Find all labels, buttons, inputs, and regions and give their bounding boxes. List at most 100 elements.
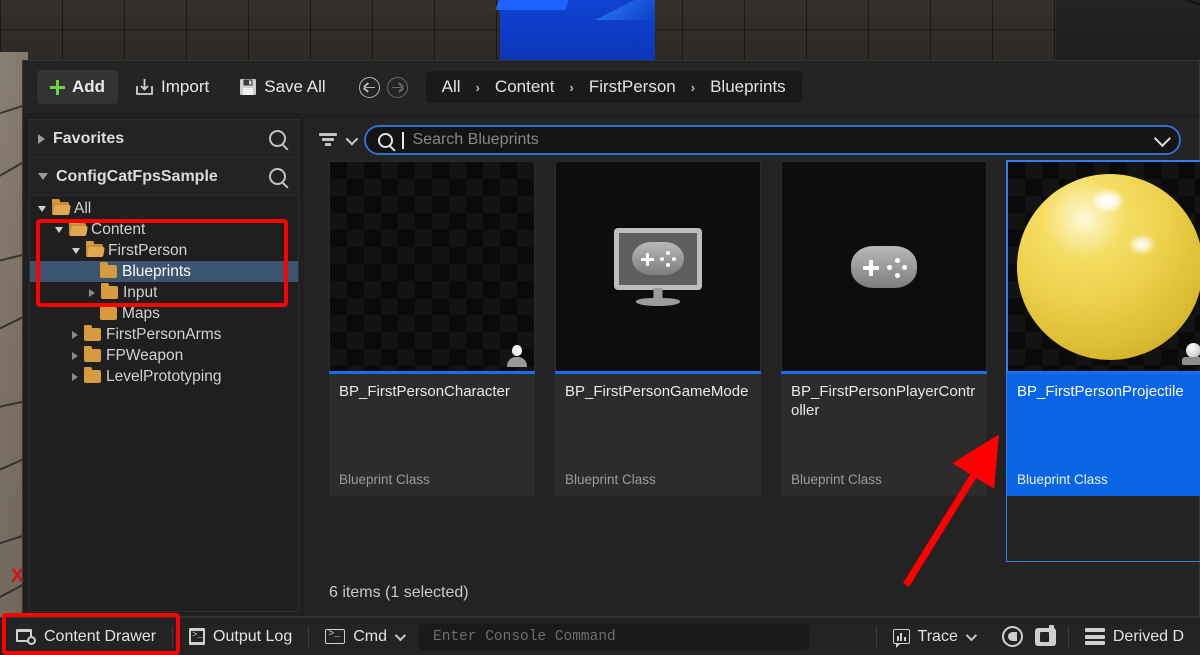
breadcrumb-separator: › <box>678 80 708 95</box>
history-navigation <box>359 77 408 98</box>
plus-icon <box>50 80 65 95</box>
tree-item-fpweapon[interactable]: FPWeapon <box>30 345 298 366</box>
tree-item-label: LevelPrototyping <box>106 368 221 386</box>
breadcrumb-item-content[interactable]: Content <box>493 77 557 97</box>
save-icon <box>239 78 257 96</box>
asset-tile[interactable]: BP_FirstPersonCharacterBlueprint Class <box>329 161 535 561</box>
sources-panel: Favorites ConfigCatFpsSample AllContentF… <box>29 119 299 612</box>
tree-spacer <box>89 309 95 318</box>
forward-button[interactable] <box>387 77 408 98</box>
tree-item-input[interactable]: Input <box>30 282 298 303</box>
asset-tile-grid: BP_FirstPersonCharacterBlueprint ClassBP… <box>305 161 1199 561</box>
asset-name: BP_FirstPersonGameMode <box>565 382 751 401</box>
folder-icon <box>86 244 103 257</box>
breadcrumb-item-blueprints[interactable]: Blueprints <box>708 77 788 97</box>
text-caret <box>402 132 404 149</box>
chevron-down-icon[interactable] <box>966 629 977 640</box>
import-button[interactable]: Import <box>122 70 222 104</box>
chevron-right-icon[interactable] <box>72 352 78 360</box>
chevron-down-icon[interactable] <box>38 206 46 212</box>
chevron-down-icon[interactable] <box>395 629 406 640</box>
trace-dropdown[interactable]: Trace <box>877 618 990 655</box>
project-header[interactable]: ConfigCatFpsSample <box>30 158 298 196</box>
save-all-button[interactable]: Save All <box>226 70 338 104</box>
filter-bar: Search Blueprints <box>305 119 1199 161</box>
content-browser-panel: Add Import Save All <box>22 60 1200 617</box>
chevron-right-icon[interactable] <box>89 289 95 297</box>
asset-type: Blueprint Class <box>1017 472 1108 487</box>
trace-snapshot-icon[interactable] <box>1035 628 1056 646</box>
tree-item-firstperson[interactable]: FirstPerson <box>30 240 298 261</box>
folder-icon <box>52 202 69 215</box>
asset-thumbnail <box>1007 161 1200 371</box>
asset-view: Search Blueprints BP_FirstPersonCharacte… <box>305 119 1199 616</box>
asset-meta: BP_FirstPersonPlayerControllerBlueprint … <box>781 374 987 496</box>
tree-item-all[interactable]: All <box>30 198 298 219</box>
folder-icon <box>84 370 101 383</box>
search-icon <box>378 133 393 148</box>
search-icon[interactable] <box>269 130 286 147</box>
search-icon[interactable] <box>269 168 286 185</box>
breadcrumb-separator: › <box>556 80 586 95</box>
derived-data-label: Derived D <box>1113 628 1184 646</box>
viewport-blue-block <box>500 0 655 68</box>
folder-tree: AllContentFirstPerson BlueprintsInputMaps… <box>30 196 298 387</box>
folder-icon <box>69 223 86 236</box>
asset-meta: BP_FirstPersonGameMode Blueprint Class <box>555 374 761 496</box>
breadcrumb-item-firstperson[interactable]: FirstPerson <box>587 77 678 97</box>
derived-data-button[interactable]: Derived D <box>1069 618 1200 655</box>
status-bar: Content Drawer Output Log Cmd Enter Cons… <box>0 617 1200 655</box>
tree-item-blueprints[interactable]: Blueprints <box>30 261 298 282</box>
asset-meta: BP_FirstPersonCharacterBlueprint Class <box>329 374 535 496</box>
cmd-icon <box>325 629 345 644</box>
breadcrumb: All›Content›FirstPerson›Blueprints <box>426 71 802 103</box>
folder-icon <box>100 265 117 278</box>
trace-record-icon[interactable] <box>1002 626 1023 647</box>
asset-name: BP_FirstPersonProjectile <box>1017 382 1200 401</box>
cmd-dropdown[interactable]: Cmd <box>309 618 419 655</box>
console-placeholder: Enter Console Command <box>433 629 616 645</box>
chevron-down-icon[interactable] <box>72 248 80 254</box>
asset-type: Blueprint Class <box>565 472 656 487</box>
content-drawer-label: Content Drawer <box>44 628 156 646</box>
playercontroller-gamepad-icon <box>851 246 917 288</box>
tree-item-label: All <box>74 200 91 218</box>
chevron-down-icon[interactable] <box>346 132 359 145</box>
output-log-button[interactable]: Output Log <box>173 618 308 655</box>
tree-item-levelprototyping[interactable]: LevelPrototyping <box>30 366 298 387</box>
output-log-icon <box>189 628 205 645</box>
tree-item-label: Blueprints <box>122 263 191 281</box>
favorites-header[interactable]: Favorites <box>30 120 298 158</box>
asset-tile[interactable]: BP_FirstPersonPlayerControllerBlueprint … <box>781 161 987 561</box>
back-button[interactable] <box>359 77 380 98</box>
tree-item-content[interactable]: Content <box>30 219 298 240</box>
console-command-input[interactable]: Enter Console Command <box>419 624 809 650</box>
chevron-right-icon[interactable] <box>72 373 78 381</box>
projectile-sphere-thumbnail <box>1017 174 1200 360</box>
asset-tile[interactable]: BP_FirstPersonProjectile Blueprint Class <box>1007 161 1200 561</box>
chevron-right-icon[interactable] <box>72 331 78 339</box>
content-drawer-icon <box>16 629 36 644</box>
trace-controls <box>990 618 1068 655</box>
content-drawer-button[interactable]: Content Drawer <box>0 618 172 655</box>
import-icon <box>135 78 154 96</box>
project-label: ConfigCatFpsSample <box>56 168 269 186</box>
search-input[interactable]: Search Blueprints <box>364 125 1181 155</box>
chevron-down-icon[interactable] <box>55 227 63 233</box>
projectile-badge-icon <box>1182 343 1200 365</box>
derived-data-icon <box>1085 628 1105 645</box>
cmd-label: Cmd <box>353 628 387 646</box>
item-count-status: 6 items (1 selected) <box>329 584 469 602</box>
add-button[interactable]: Add <box>37 70 118 104</box>
save-all-button-label: Save All <box>264 77 325 97</box>
filter-icon[interactable] <box>319 132 337 148</box>
tree-item-firstpersonarms[interactable]: FirstPersonArms <box>30 324 298 345</box>
tree-item-maps[interactable]: Maps <box>30 303 298 324</box>
chevron-down-icon <box>38 173 48 180</box>
asset-thumbnail <box>555 161 761 371</box>
folder-icon <box>101 286 118 299</box>
chevron-down-icon[interactable] <box>1154 130 1171 147</box>
breadcrumb-item-all[interactable]: All <box>440 77 463 97</box>
asset-meta: BP_FirstPersonProjectile Blueprint Class <box>1007 374 1200 496</box>
asset-tile[interactable]: BP_FirstPersonGameMode Blueprint Class <box>555 161 761 561</box>
